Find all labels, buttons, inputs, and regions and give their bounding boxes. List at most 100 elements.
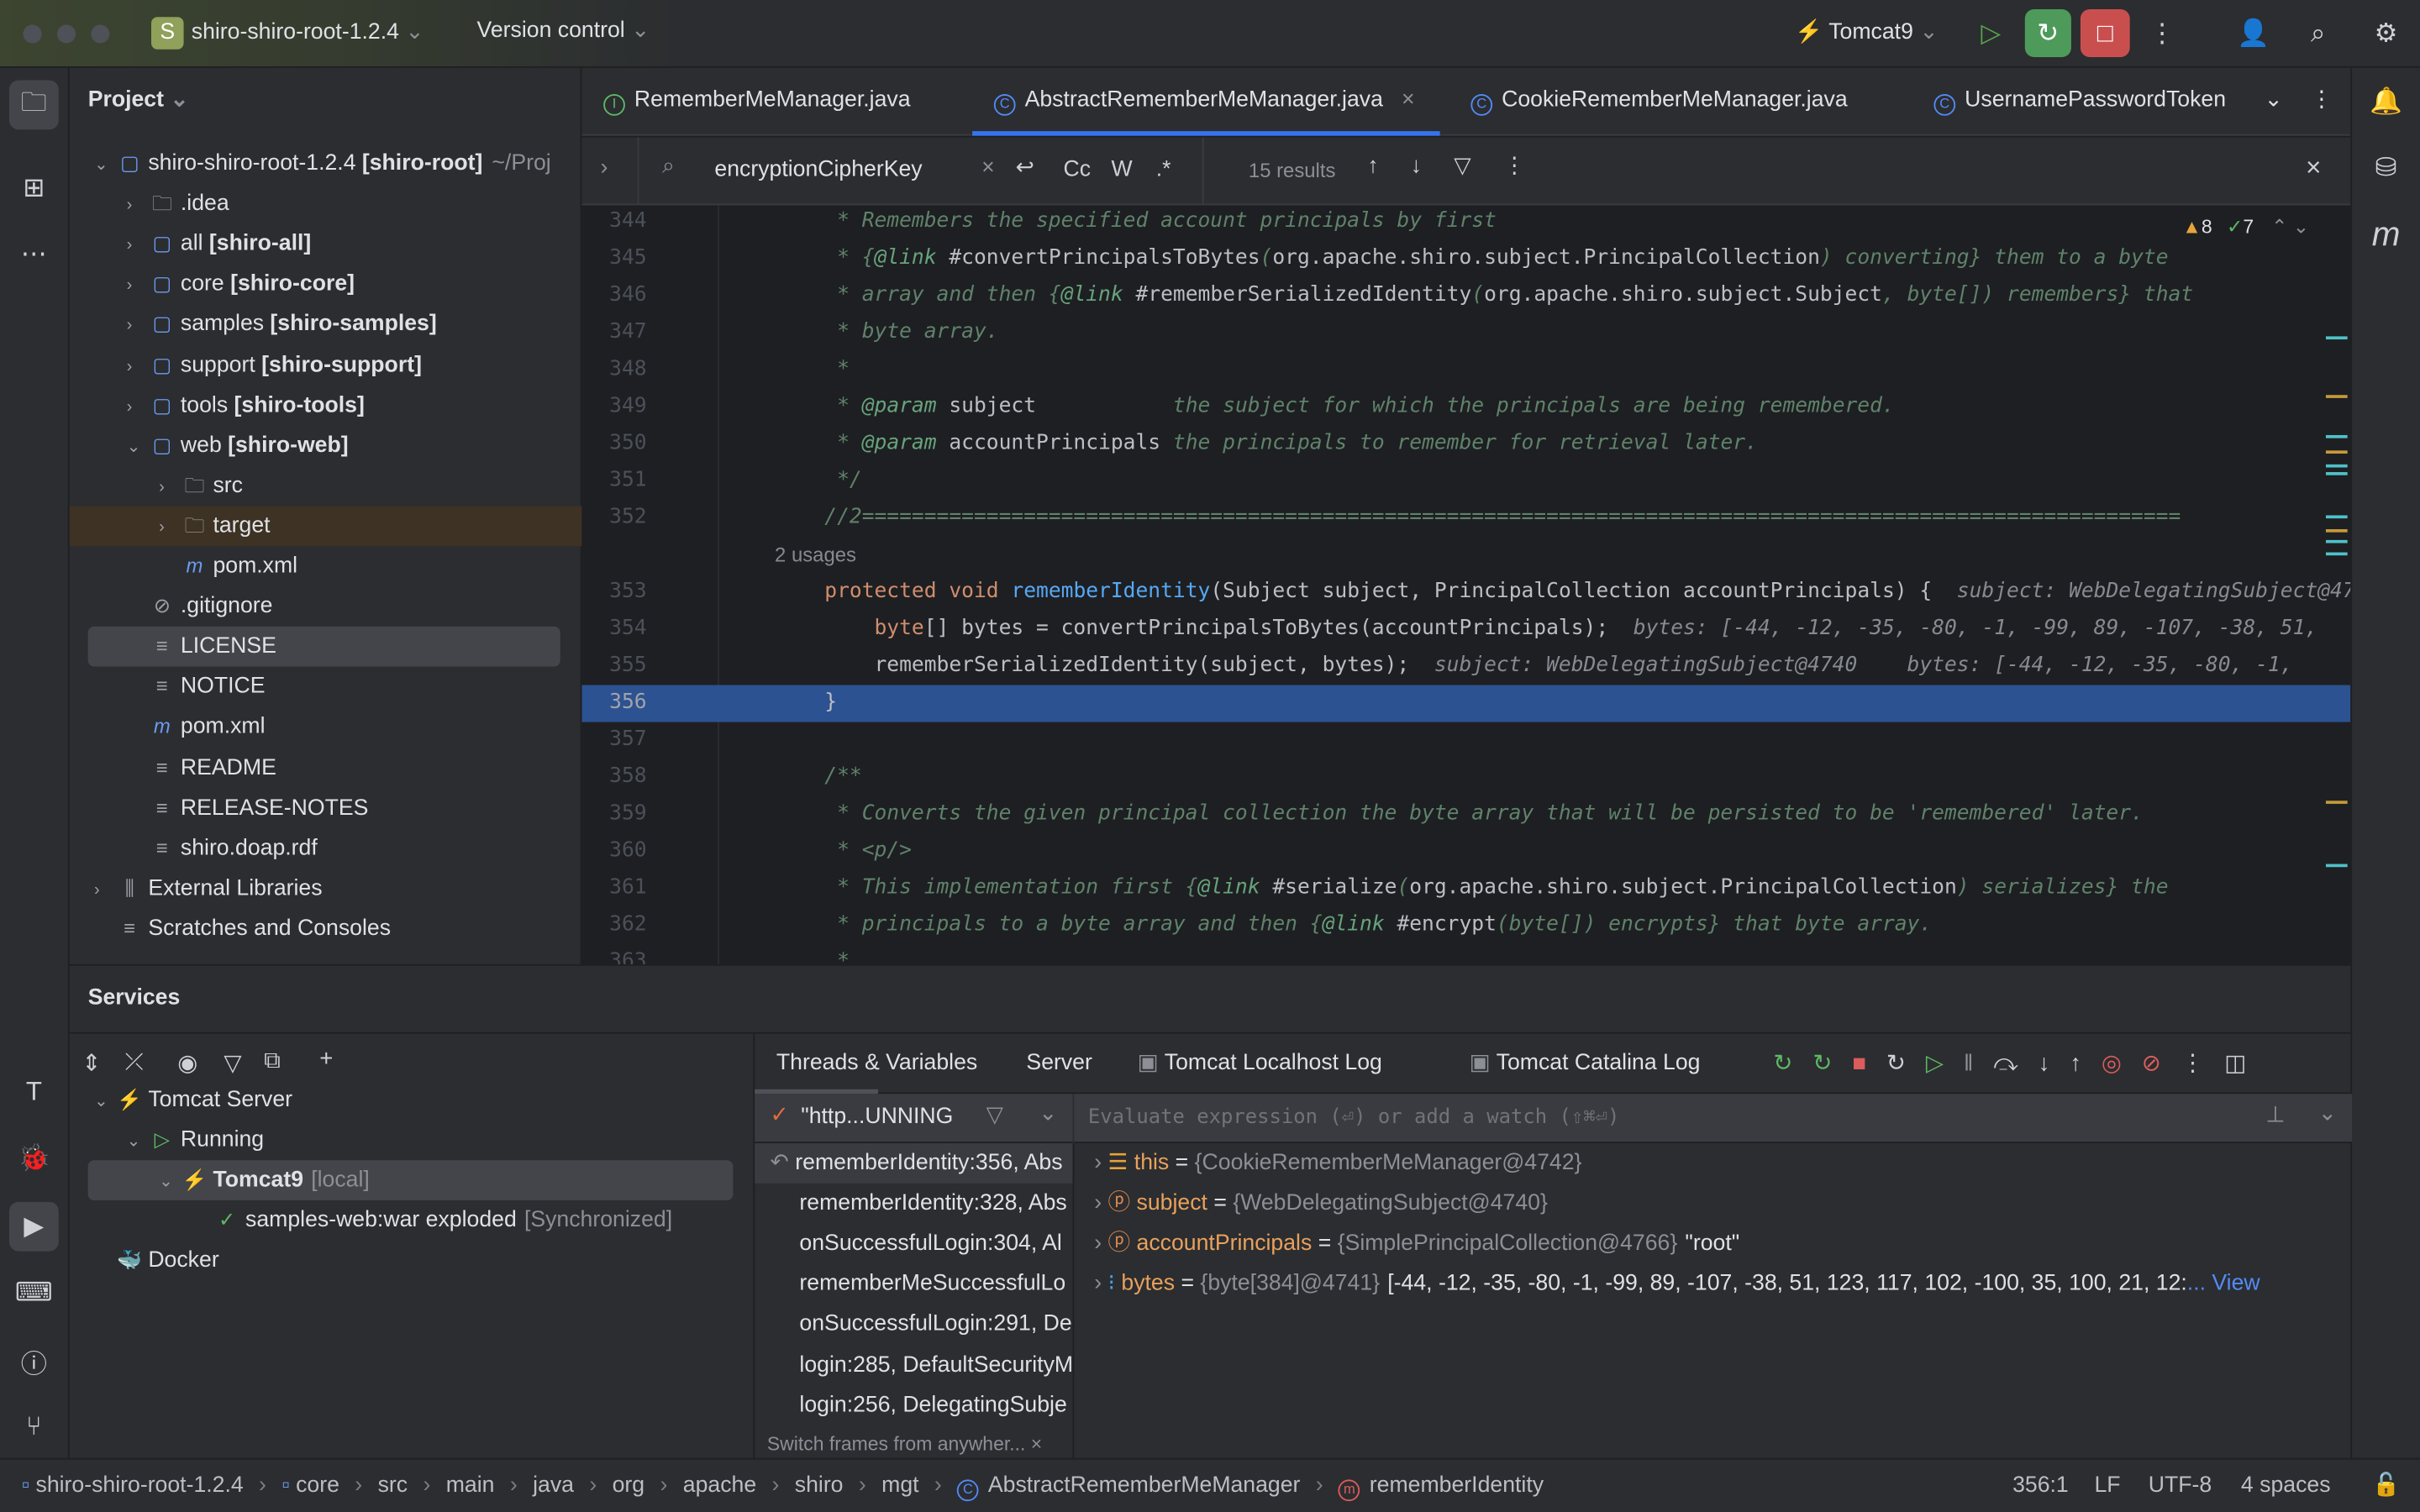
- version-control-menu[interactable]: Version control ⌄: [477, 18, 650, 43]
- step-out-icon[interactable]: ↑: [2070, 1051, 2102, 1077]
- breadcrumb-item[interactable]: main: [446, 1473, 495, 1498]
- filter-icon[interactable]: ▽: [224, 1049, 241, 1077]
- tab-username-password-token[interactable]: C UsernamePasswordToken: [1933, 88, 2242, 116]
- line-number[interactable]: 352: [581, 500, 646, 537]
- code-line[interactable]: 363 *: [581, 944, 2350, 964]
- breadcrumb-item[interactable]: src: [378, 1473, 408, 1498]
- stop-icon[interactable]: □: [2080, 9, 2130, 57]
- code-line[interactable]: 351 */: [581, 463, 2350, 500]
- line-number[interactable]: 348: [581, 352, 646, 389]
- line-number[interactable]: 358: [581, 759, 646, 796]
- chevron-right-icon[interactable]: ›: [127, 346, 149, 386]
- stripe-mark[interactable]: [2325, 336, 2348, 340]
- tree-item-src[interactable]: › 🗀 src: [70, 465, 582, 506]
- filter-icon[interactable]: ▽: [1454, 155, 1470, 179]
- variable-row[interactable]: › ⁝ bytes = {byte[384]@4741} [-44, -12, -…: [1094, 1264, 2260, 1305]
- code-line[interactable]: 361 * This implementation first {@link #…: [581, 870, 2350, 907]
- line-number[interactable]: 344: [581, 205, 646, 240]
- variable-row[interactable]: › ⓟ subject = {WebDelegatingSubject@4740…: [1094, 1184, 1548, 1224]
- service-item[interactable]: 🐳 Docker: [70, 1241, 754, 1281]
- tree-item--gitignore[interactable]: ⊘ .gitignore: [70, 586, 582, 627]
- chevron-down-icon[interactable]: ⌄: [127, 427, 149, 467]
- breadcrumb-item[interactable]: mgt: [881, 1473, 918, 1498]
- chevron-down-icon[interactable]: ⌄: [127, 1121, 149, 1162]
- step-into-icon[interactable]: ↓: [2039, 1051, 2070, 1077]
- tab-server[interactable]: Server: [1026, 1051, 1092, 1075]
- line-number[interactable]: 359: [581, 796, 646, 833]
- structure-tool-icon[interactable]: ⊞: [13, 166, 55, 209]
- breadcrumb-item[interactable]: m rememberIdentity: [1339, 1473, 1544, 1502]
- collapse-all-icon[interactable]: ⤫: [125, 1049, 144, 1075]
- tab-tomcat-localhost-log[interactable]: ▣ Tomcat Localhost Log: [1138, 1051, 1382, 1075]
- whole-word-toggle[interactable]: W: [1111, 157, 1132, 181]
- newline-toggle-icon[interactable]: ↩: [1016, 156, 1034, 181]
- project-switcher[interactable]: Sshiro-shiro-root-1.2.4 ⌄: [150, 17, 424, 50]
- line-number[interactable]: 363: [581, 944, 646, 964]
- project-panel-title[interactable]: Project ⌄: [88, 88, 189, 113]
- line-number[interactable]: 361: [581, 870, 646, 907]
- code-line[interactable]: 350 * @param accountPrincipals the princ…: [581, 426, 2350, 463]
- code-line[interactable]: 360 * <p/>: [581, 833, 2350, 870]
- chevron-down-icon[interactable]: ⌄: [2318, 1101, 2337, 1126]
- code-line[interactable]: 359 * Converts the given principal colle…: [581, 796, 2350, 833]
- settings-icon[interactable]: ⚙: [2365, 13, 2407, 55]
- chevron-right-icon[interactable]: ›: [94, 870, 116, 911]
- stop-icon[interactable]: ■: [1852, 1051, 1886, 1077]
- line-number[interactable]: 355: [581, 648, 646, 685]
- stripe-mark[interactable]: [2325, 864, 2348, 868]
- more-icon[interactable]: ⋮: [2141, 13, 2184, 55]
- usages-hint[interactable]: 2 usages: [775, 543, 856, 567]
- stripe-mark[interactable]: [2325, 472, 2348, 475]
- tab-tomcat-catalina-log[interactable]: ▣ Tomcat Catalina Log: [1470, 1051, 1701, 1075]
- chevron-right-icon[interactable]: ›: [127, 306, 149, 346]
- chevron-down-icon[interactable]: ⌄: [94, 1082, 116, 1122]
- lock-icon[interactable]: 🔓: [2372, 1460, 2400, 1512]
- database-icon[interactable]: ⛁: [2365, 146, 2407, 189]
- chevron-right-icon[interactable]: ›: [127, 386, 149, 427]
- breadcrumb-item[interactable]: apache: [683, 1473, 756, 1498]
- step-over-icon[interactable]: ⤼: [1993, 1051, 2038, 1077]
- pause-icon[interactable]: ‖: [1964, 1051, 1993, 1077]
- code-line[interactable]: 354 byte[] bytes = convertPrincipalsToBy…: [581, 611, 2350, 648]
- tree-item-target[interactable]: › 🗀 target: [69, 506, 582, 548]
- chevron-down-icon[interactable]: ⌄: [1039, 1101, 1057, 1126]
- breadcrumb-item[interactable]: ▫ core: [281, 1473, 339, 1498]
- terminal-tool-icon[interactable]: ⌨: [13, 1271, 55, 1314]
- code-line[interactable]: 349 * @param subject the subject for whi…: [581, 389, 2350, 426]
- problems-tool-icon[interactable]: ⓘ: [13, 1339, 55, 1382]
- update-app-icon[interactable]: ↻: [1812, 1051, 1852, 1077]
- tree-item-all[interactable]: › ▢ all [shiro-all]: [70, 224, 582, 265]
- view-link[interactable]: ... View: [2187, 1272, 2260, 1296]
- chevron-right-icon[interactable]: ›: [159, 507, 181, 548]
- chevron-down-icon[interactable]: ⌄: [159, 1162, 181, 1202]
- tree-item-shiro-shiro-root-1-2-4[interactable]: ⌄ ▢ shiro-shiro-root-1.2.4 [shiro-root] ~/Pr…: [70, 144, 582, 184]
- code-line[interactable]: 353 protected void rememberIdentity(Subj…: [581, 574, 2350, 611]
- code-line[interactable]: 344 * Remembers the specified account pr…: [581, 205, 2350, 240]
- thread-selector[interactable]: ✓ "http...UNNING ▽ ⌄: [755, 1094, 1073, 1144]
- close-window-button[interactable]: [23, 24, 42, 44]
- service-item[interactable]: ⌄ ⚡ Tomcat9 [local]: [87, 1160, 734, 1202]
- code-line[interactable]: 2 usages: [581, 537, 2350, 574]
- evaluate-expression-input[interactable]: Evaluate expression (⏎) or add a watch (…: [1074, 1094, 2353, 1144]
- code-line[interactable]: 348 *: [581, 352, 2350, 389]
- line-separator[interactable]: LF: [2094, 1460, 2120, 1512]
- update-running-app-icon[interactable]: ↻: [2024, 9, 2071, 57]
- filter-icon[interactable]: ▽: [986, 1103, 1003, 1127]
- inspections-widget[interactable]: ▲8 ✓7 ⌃ ⌄: [2182, 214, 2309, 238]
- mute-breakpoints-icon[interactable]: ⊘: [2142, 1051, 2181, 1077]
- expand-replace-icon[interactable]: ›: [600, 156, 608, 181]
- tree-item-support[interactable]: › ▢ support [shiro-support]: [70, 345, 582, 386]
- line-number[interactable]: 346: [581, 278, 646, 315]
- tree-item-pom-xml[interactable]: m pom.xml: [70, 707, 582, 748]
- stripe-mark[interactable]: [2325, 464, 2348, 468]
- tab-remember-me-manager[interactable]: I RememberMeManager.java: [603, 88, 911, 116]
- tree-item-core[interactable]: › ▢ core [shiro-core]: [70, 265, 582, 305]
- services-tool-icon[interactable]: ▶: [9, 1201, 59, 1252]
- line-number[interactable]: 349: [581, 389, 646, 426]
- eye-icon[interactable]: ◉: [177, 1049, 197, 1077]
- tabs-dropdown-icon[interactable]: ⌄: [2264, 88, 2282, 113]
- debug-tool-icon[interactable]: 🐞: [13, 1137, 55, 1180]
- line-number[interactable]: 354: [581, 611, 646, 648]
- variable-row[interactable]: › ☰ this = {CookieRememberMeManager@4742…: [1094, 1143, 1581, 1184]
- rerun-icon[interactable]: ↻: [1773, 1051, 1812, 1077]
